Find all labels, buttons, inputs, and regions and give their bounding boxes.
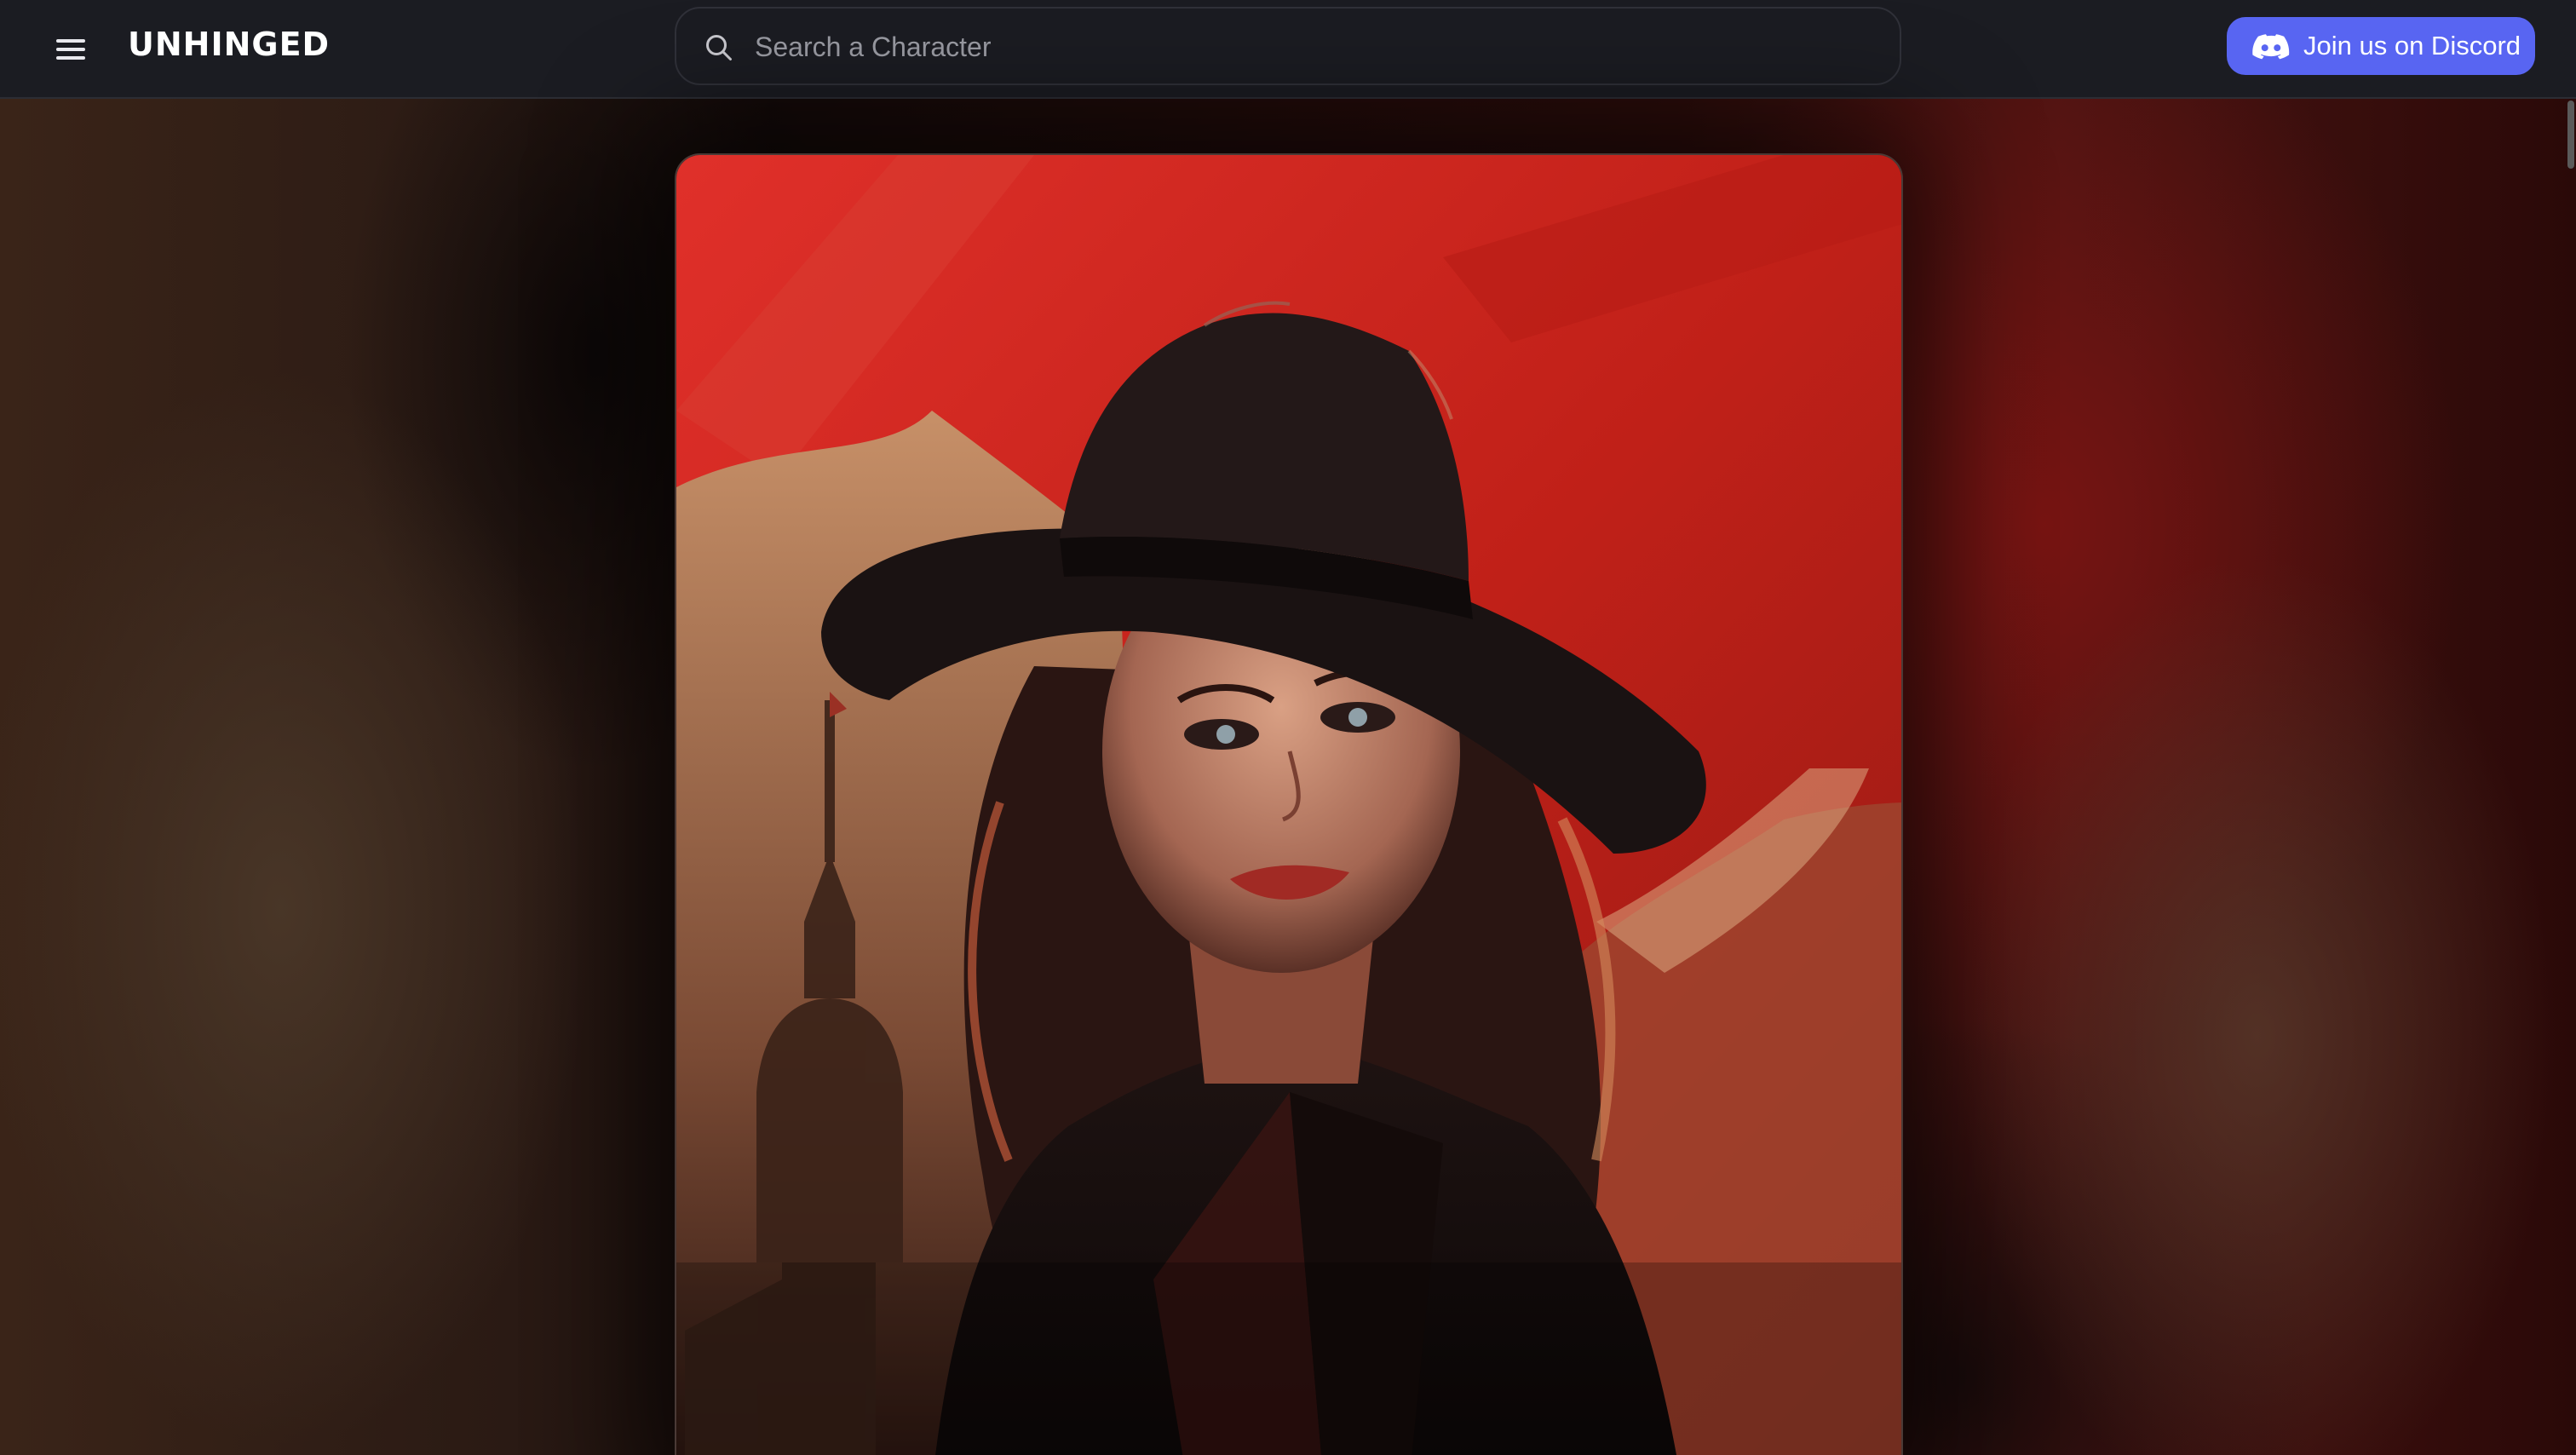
app-logo[interactable]: UNHINGED [128,26,330,63]
hamburger-menu-icon[interactable] [53,34,89,65]
discord-button-label: Join us on Discord [2303,31,2521,60]
search-input[interactable] [755,26,1862,68]
scrollbar-thumb[interactable] [2567,101,2574,169]
scrollbar-track[interactable] [2566,99,2576,1455]
search-bar[interactable] [675,7,1901,85]
character-card[interactable] [675,153,1903,1455]
character-portrait-image [676,155,1901,1455]
top-navigation-bar: UNHINGED Join us on Discord [0,0,2576,99]
search-icon [706,35,732,60]
page: UNHINGED Join us on Discord [0,0,2576,1455]
discord-icon [2252,34,2290,60]
join-discord-button[interactable]: Join us on Discord [2227,17,2535,75]
